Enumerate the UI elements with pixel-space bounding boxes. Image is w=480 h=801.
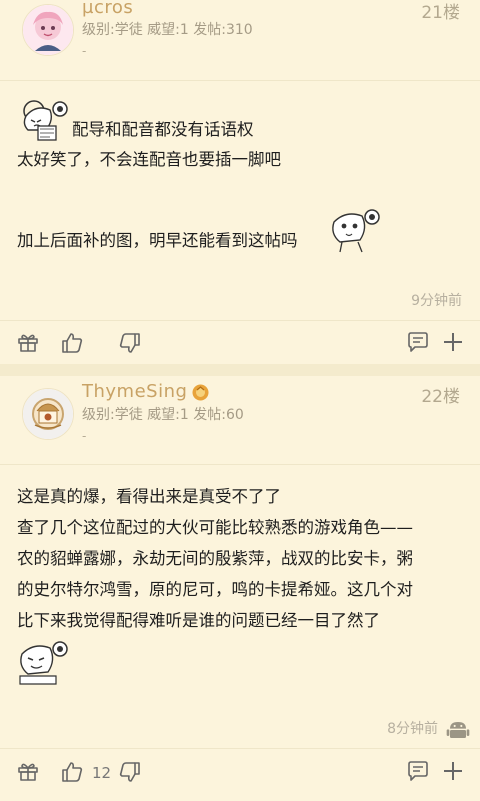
post-separator xyxy=(0,364,480,376)
post-text-line: 的史尔特尔鸿雪，原的尼可，鸣的卡提希娅。这几个对 xyxy=(17,580,413,599)
sticker-image xyxy=(16,96,74,146)
avatar-badge-icon xyxy=(192,384,209,401)
post-21: µcros 级别:学徒 威望:1 发帖:310 - 21楼 配导和配音都没有话语… xyxy=(0,0,480,364)
action-divider xyxy=(0,320,480,321)
user-meta: 级别:学徒 威望:1 发帖:60 xyxy=(82,407,244,423)
floor-number: 21楼 xyxy=(421,3,460,23)
avatar[interactable] xyxy=(22,4,74,56)
plus-icon[interactable] xyxy=(441,330,465,354)
plus-icon[interactable] xyxy=(441,759,465,783)
header-divider xyxy=(0,80,480,81)
post-text-line: 加上后面补的图，明早还能看到这帖吗 xyxy=(17,231,298,250)
thumbs-up-icon[interactable] xyxy=(60,331,84,355)
thumbs-up-icon[interactable] xyxy=(60,760,84,784)
like-count: 12 xyxy=(92,764,112,782)
post-text-line: 配导和配音都没有话语权 xyxy=(72,120,254,139)
post-text-line: 太好笑了，不会连配音也要插一脚吧 xyxy=(17,150,281,169)
floor-number: 22楼 xyxy=(421,387,460,407)
post-text-line: 查了几个这位配过的大伙可能比较熟悉的游戏角色—— xyxy=(17,518,413,537)
sticker-image xyxy=(328,204,386,254)
sticker-image xyxy=(16,636,74,686)
gift-icon[interactable] xyxy=(16,330,40,354)
post-text-line: 比下来我觉得配得难听是谁的问题已经一目了然了 xyxy=(17,611,380,630)
user-signature: - xyxy=(82,429,87,443)
gift-icon[interactable] xyxy=(16,759,40,783)
username[interactable]: ThymeSing xyxy=(82,381,187,402)
post-text-line: 这是真的爆，看得出来是真受不了了 xyxy=(17,487,281,506)
user-meta: 级别:学徒 威望:1 发帖:310 xyxy=(82,22,253,38)
username[interactable]: µcros xyxy=(82,0,133,18)
thumbs-down-icon[interactable] xyxy=(118,760,142,784)
post-time: 8分钟前 xyxy=(387,721,438,737)
user-signature: - xyxy=(82,44,87,58)
thumbs-down-icon[interactable] xyxy=(118,331,142,355)
post-time: 9分钟前 xyxy=(411,293,462,309)
action-divider xyxy=(0,748,480,749)
header-divider xyxy=(0,464,480,465)
post-text-line: 农的貂蝉露娜，永劫无间的殷紫萍，战双的比安卡，粥 xyxy=(17,549,413,568)
comment-icon[interactable] xyxy=(406,759,430,783)
android-icon xyxy=(446,718,470,738)
post-22: ThymeSing 级别:学徒 威望:1 发帖:60 - 22楼 这是真的爆，看… xyxy=(0,376,480,801)
comment-icon[interactable] xyxy=(406,330,430,354)
avatar[interactable] xyxy=(22,388,74,440)
